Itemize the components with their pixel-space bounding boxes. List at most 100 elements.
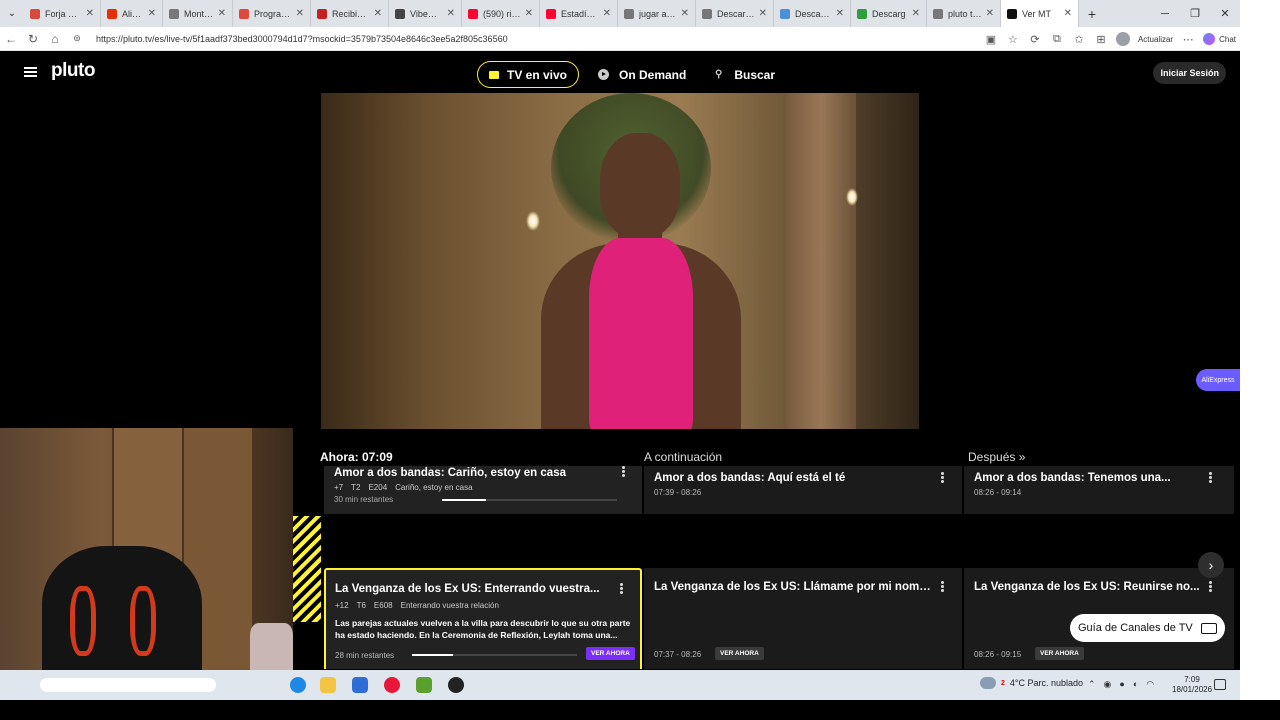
- tab-close-icon[interactable]: ✕: [986, 8, 994, 19]
- hamburger-menu-icon[interactable]: [24, 67, 37, 77]
- tab-close-icon[interactable]: ✕: [603, 8, 611, 19]
- site-info-icon[interactable]: ⊜: [66, 33, 88, 44]
- tab-close-icon[interactable]: ✕: [447, 8, 455, 19]
- browser-tab[interactable]: AliExpress ✕: [101, 0, 163, 27]
- program-cell-now[interactable]: Amor a dos bandas: Cariño, estoy en casa…: [324, 466, 642, 514]
- browser-tab[interactable]: Montar emp ✕: [163, 0, 233, 27]
- new-tab-button[interactable]: +: [1079, 6, 1105, 22]
- browser-tab[interactable]: VibeEdit ✕: [389, 0, 462, 27]
- clock-time: 7:09: [1184, 675, 1200, 684]
- more-options-icon[interactable]: [1209, 472, 1212, 483]
- later-column-header[interactable]: Después »: [968, 450, 1025, 464]
- minecraft-icon[interactable]: [416, 677, 432, 693]
- login-button[interactable]: Iniciar Sesión: [1153, 62, 1226, 84]
- tab-close-icon[interactable]: ✕: [836, 8, 844, 19]
- profile-avatar[interactable]: [1115, 32, 1130, 46]
- opera-icon[interactable]: [384, 677, 400, 693]
- tab-close-icon[interactable]: ✕: [681, 8, 689, 19]
- tab-close-icon[interactable]: ✕: [86, 8, 94, 19]
- tab-label: jugar al my: [639, 8, 677, 19]
- nav-search[interactable]: ⚲ Buscar: [715, 61, 775, 88]
- channel-guide-button[interactable]: Guía de Canales de TV: [1070, 614, 1225, 642]
- program-title: La Venganza de los Ex US: Enterrando vue…: [335, 583, 600, 595]
- pluto-logo[interactable]: pluto: [51, 60, 95, 82]
- file-explorer-icon[interactable]: [320, 677, 336, 693]
- more-options-icon[interactable]: [941, 581, 944, 592]
- program-cell-next[interactable]: Amor a dos bandas: Aquí está el té 07:39 …: [644, 466, 962, 514]
- favorite-star-icon[interactable]: ☆: [1006, 33, 1020, 46]
- more-menu-icon[interactable]: ⋯: [1181, 33, 1195, 46]
- more-options-icon[interactable]: [941, 472, 944, 483]
- maximize-icon[interactable]: ❐: [1180, 0, 1210, 27]
- tab-close-icon[interactable]: ✕: [374, 8, 382, 19]
- tab-menu-icon[interactable]: ⌄: [0, 0, 24, 27]
- meta-rating: +12: [335, 601, 349, 610]
- copilot-chat-button[interactable]: Chat: [1203, 33, 1236, 45]
- close-window-icon[interactable]: ✕: [1210, 0, 1240, 27]
- browser-tab[interactable]: Forja de los ✕: [24, 0, 101, 27]
- browser-tab[interactable]: Descarga R ✕: [774, 0, 851, 27]
- extensions-icon[interactable]: ⧉: [1050, 33, 1064, 46]
- tab-close-icon[interactable]: ✕: [912, 8, 920, 19]
- taskbar-search[interactable]: [40, 678, 216, 692]
- tab-close-icon[interactable]: ✕: [148, 8, 156, 19]
- channel-guide-label: Guía de Canales de TV: [1078, 622, 1193, 634]
- nav-on-demand[interactable]: On Demand: [598, 61, 686, 88]
- collections-icon[interactable]: ⊞: [1094, 33, 1108, 46]
- tab-label: Ver MT: [1022, 8, 1052, 19]
- channel-guide: Amor a dos bandas: Cariño, estoy en casa…: [293, 466, 1238, 669]
- watch-now-button[interactable]: VER AHORA: [1035, 647, 1084, 660]
- taskbar-clock[interactable]: 7:09 18/01/2026: [1172, 675, 1212, 695]
- tab-label: Descargar N: [717, 8, 755, 19]
- favorites-icon[interactable]: ✩: [1072, 33, 1086, 46]
- browser-tab[interactable]: (590) risas y ✕: [462, 0, 540, 27]
- tab-favicon-icon: [857, 8, 867, 19]
- program-cell-later[interactable]: Amor a dos bandas: Tenemos una... 08:26 -…: [964, 466, 1234, 514]
- tab-close-icon[interactable]: ✕: [525, 8, 533, 19]
- browser-tab[interactable]: Estadísticas ✕: [540, 0, 618, 27]
- nav-live-tv[interactable]: TV en vivo: [477, 61, 579, 88]
- tab-close-icon[interactable]: ✕: [218, 8, 226, 19]
- meta-episode: E608: [373, 601, 393, 610]
- browser-tab[interactable]: Recibidos (1 ✕: [311, 0, 389, 27]
- refresh-extension-icon[interactable]: ⟳: [1028, 33, 1042, 46]
- network-icon[interactable]: ◉: [1104, 679, 1112, 690]
- update-button[interactable]: Actualizar: [1138, 35, 1173, 44]
- back-icon[interactable]: ←: [0, 32, 22, 46]
- split-screen-icon[interactable]: ▣: [984, 33, 998, 46]
- tab-strip: Forja de los✕AliExpress✕Montar emp✕Progr…: [24, 0, 1079, 27]
- weather-widget[interactable]: 2 4°C Parc. nublado: [980, 677, 1083, 689]
- browser-tab[interactable]: Descargar N ✕: [696, 0, 774, 27]
- program-cell-now[interactable]: La Venganza de los Ex US: Enterrando vue…: [324, 568, 642, 669]
- browser-tab[interactable]: pluto tv - B ✕: [927, 0, 1001, 27]
- home-icon[interactable]: ⌂: [44, 32, 66, 46]
- more-options-icon[interactable]: [1209, 581, 1212, 592]
- edge-icon[interactable]: [290, 677, 306, 693]
- tab-close-icon[interactable]: ✕: [1064, 8, 1072, 19]
- browser-tab[interactable]: Descarg ✕: [851, 0, 927, 27]
- volume-icon[interactable]: ◐: [1133, 679, 1138, 690]
- wifi-icon[interactable]: ◠: [1146, 679, 1154, 690]
- watch-now-button[interactable]: VER AHORA: [715, 647, 764, 660]
- scroll-right-button[interactable]: ›: [1198, 552, 1224, 578]
- tab-favicon-icon: [702, 8, 712, 19]
- video-player[interactable]: [321, 93, 919, 429]
- program-cell-next[interactable]: La Venganza de los Ex US: Llámame por mi…: [644, 568, 962, 669]
- watch-now-button[interactable]: VER AHORA: [586, 647, 635, 660]
- minimize-icon[interactable]: ─: [1150, 0, 1180, 27]
- tray-chevron-icon[interactable]: ⌃: [1088, 679, 1096, 690]
- outlook-icon[interactable]: [352, 677, 368, 693]
- reload-icon[interactable]: ↻: [22, 32, 44, 46]
- url-field[interactable]: https://pluto.tv/es/live-tv/5f1aadf373be…: [96, 34, 508, 44]
- notifications-icon[interactable]: [1214, 679, 1226, 690]
- more-options-icon[interactable]: [622, 466, 625, 477]
- aliexpress-extension-badge[interactable]: AliExpress: [1196, 369, 1240, 391]
- browser-tab[interactable]: jugar al my ✕: [618, 0, 696, 27]
- browser-tab[interactable]: Programaci ✕: [233, 0, 311, 27]
- tab-close-icon[interactable]: ✕: [296, 8, 304, 19]
- tab-close-icon[interactable]: ✕: [759, 8, 767, 19]
- mic-icon[interactable]: ●: [1119, 679, 1124, 690]
- recorder-icon[interactable]: [448, 677, 464, 693]
- browser-tab[interactable]: Ver MT ✕: [1001, 0, 1079, 27]
- more-options-icon[interactable]: [620, 583, 623, 594]
